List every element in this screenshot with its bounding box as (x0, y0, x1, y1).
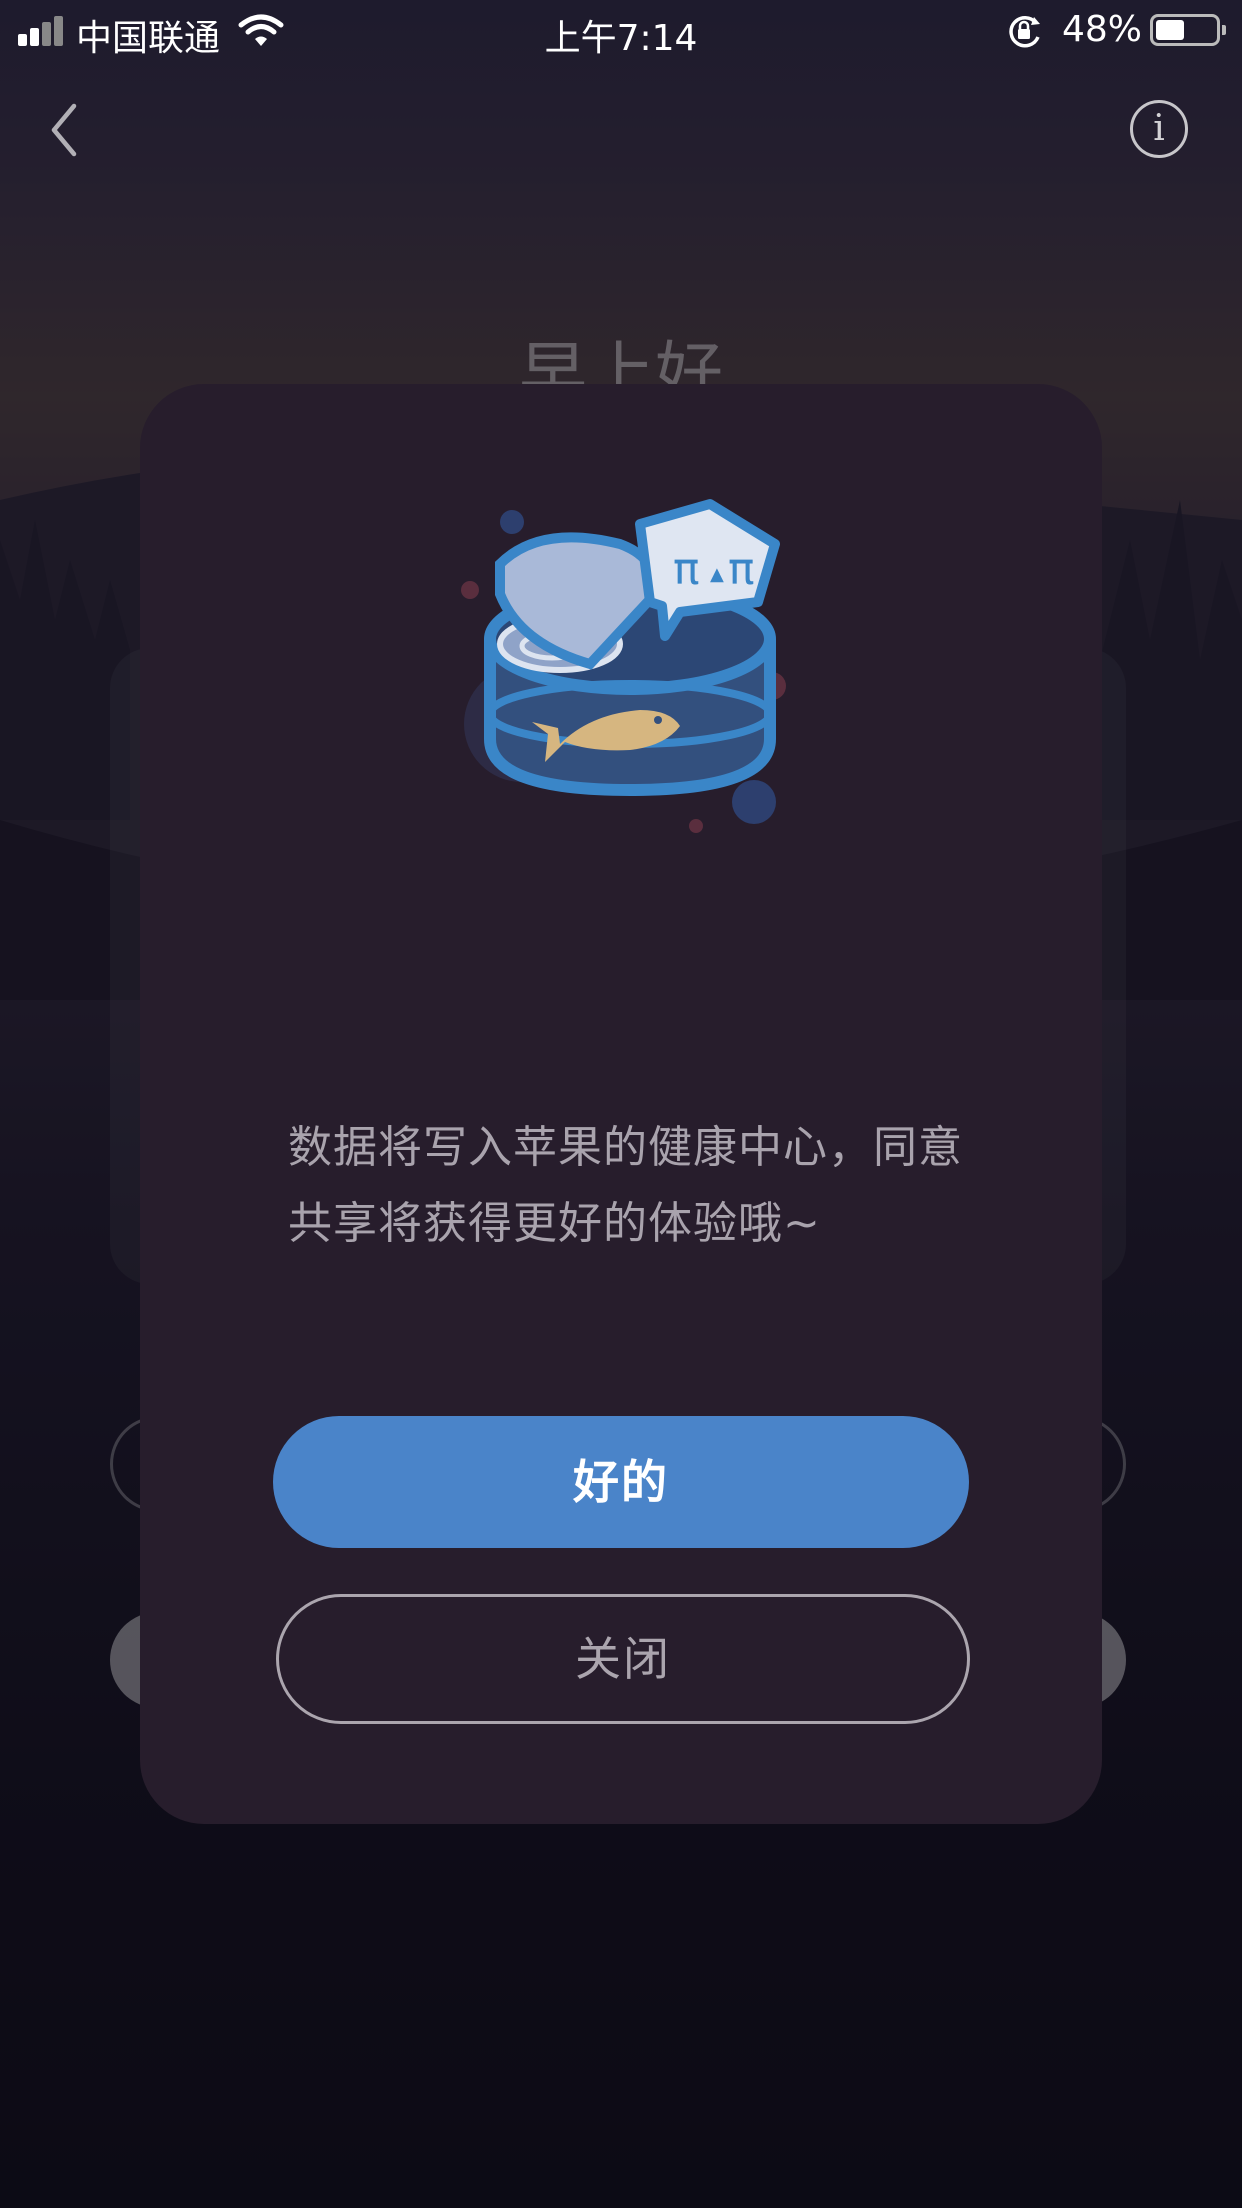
fish-can-icon: π ▲ π (461, 499, 786, 833)
battery-percent: 48% (1062, 9, 1143, 50)
dialog-message: 数据将写入苹果的健康中心，同意共享将获得更好的体验哦~ (288, 1122, 963, 1249)
confirm-button[interactable]: 好的 (273, 1416, 969, 1548)
health-share-dialog: π ▲ π 数据将写入苹果的健康中心，同意共享将获得更好的体验哦~ 好的 关闭 (140, 384, 1102, 1824)
battery-icon (1150, 14, 1226, 46)
info-icon[interactable]: i (1130, 100, 1188, 158)
svg-text:▲: ▲ (710, 564, 724, 585)
status-bar: 中国联通 上午7:14 48% (0, 0, 1242, 62)
svg-text:π: π (728, 544, 755, 595)
battery-tip (1222, 25, 1226, 35)
status-time: 上午7:14 (544, 18, 698, 59)
close-button[interactable]: 关闭 (276, 1594, 970, 1724)
orientation-lock-icon (1009, 15, 1040, 48)
chevron-left-icon[interactable] (40, 100, 90, 160)
svg-text:π: π (673, 544, 700, 595)
battery-level (1156, 20, 1184, 40)
